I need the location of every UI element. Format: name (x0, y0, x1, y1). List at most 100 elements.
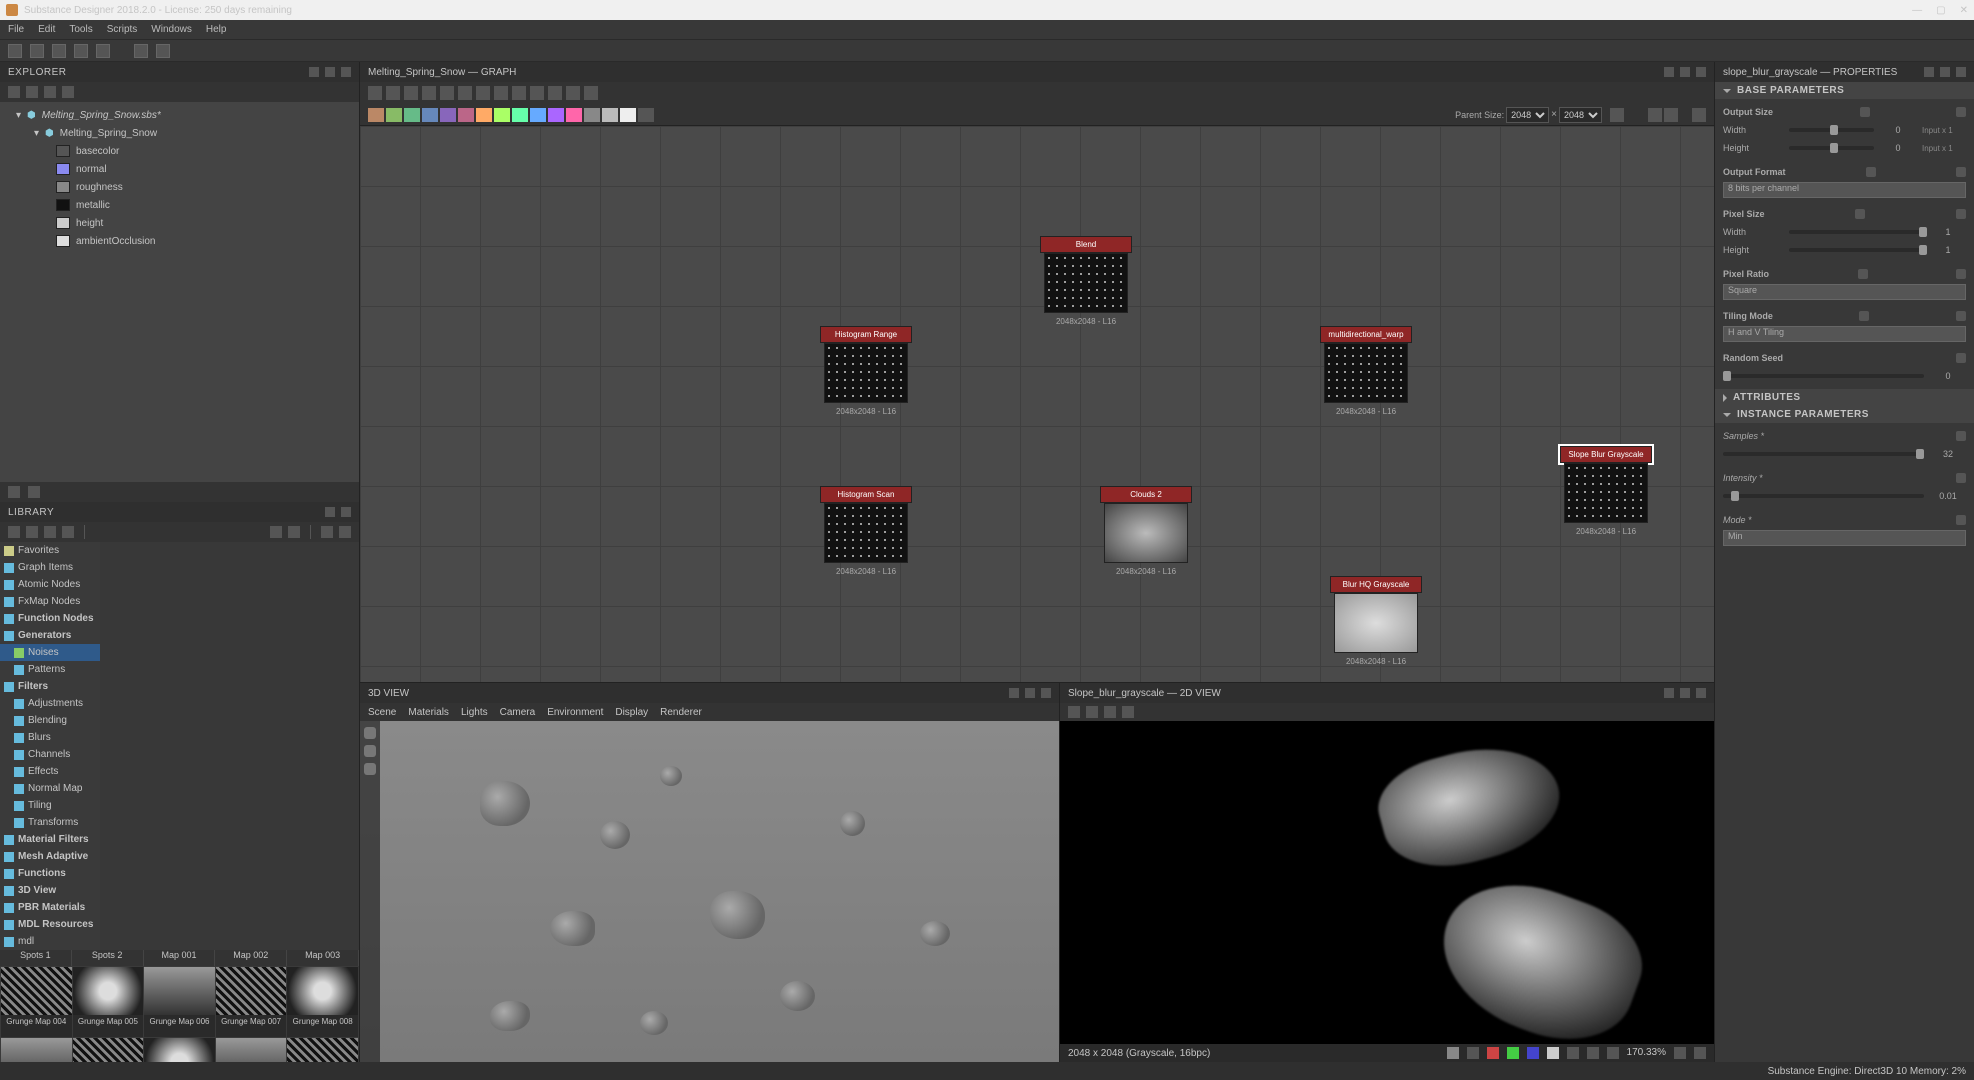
pin-icon[interactable] (309, 67, 319, 77)
random-seed-slider[interactable] (1723, 374, 1924, 378)
graph-node[interactable]: Histogram Range2048x2048 - L16 (820, 326, 912, 416)
graph-node[interactable]: Clouds 22048x2048 - L16 (1100, 486, 1192, 576)
pixel-width-slider[interactable] (1789, 230, 1924, 234)
red-icon[interactable] (1487, 1047, 1499, 1059)
node-graph[interactable]: Histogram Range2048x2048 - L16Histogram … (360, 126, 1714, 682)
open-icon[interactable] (30, 44, 44, 58)
graph-node[interactable]: multidirectional_warp2048x2048 - L16 (1320, 326, 1412, 416)
library-thumbnail[interactable]: Grunge Map 004 (1, 967, 72, 1037)
tool-icon[interactable] (364, 727, 376, 739)
3d-menu-environment[interactable]: Environment (547, 707, 603, 718)
menu-file[interactable]: File (8, 24, 24, 35)
info-icon[interactable] (1664, 108, 1678, 122)
dock-icon[interactable] (1025, 688, 1035, 698)
reset-icon[interactable] (1956, 167, 1966, 177)
link-icon[interactable] (8, 486, 20, 498)
blue-icon[interactable] (1527, 1047, 1539, 1059)
tool-icon[interactable] (364, 745, 376, 757)
library-tree-item[interactable]: 3D View (0, 882, 100, 899)
graph-node[interactable]: Blend2048x2048 - L16 (1040, 236, 1132, 326)
close-icon[interactable]: ✕ (1960, 5, 1968, 16)
close-panel-icon[interactable] (1956, 67, 1966, 77)
link-icon[interactable] (458, 86, 472, 100)
tree-output[interactable]: normal (0, 160, 359, 178)
2d-viewport[interactable] (1060, 721, 1714, 1044)
select-icon[interactable] (368, 86, 382, 100)
channel-icon[interactable] (1447, 1047, 1459, 1059)
close-panel-icon[interactable] (1041, 688, 1051, 698)
paste-icon[interactable] (1122, 706, 1134, 718)
reset-icon[interactable] (1956, 107, 1966, 117)
dock-icon[interactable] (325, 67, 335, 77)
pixel-height-slider[interactable] (1789, 248, 1924, 252)
new-icon[interactable] (8, 44, 22, 58)
palette-swatch[interactable] (494, 108, 510, 122)
dock-icon[interactable] (325, 507, 335, 517)
zoom-icon[interactable] (1674, 1047, 1686, 1059)
list-icon[interactable] (339, 526, 351, 538)
folder-icon[interactable] (44, 86, 56, 98)
library-tree-item[interactable]: Atomic Nodes (0, 576, 100, 593)
palette-swatch[interactable] (458, 108, 474, 122)
parent-width-select[interactable]: 2048 (1506, 107, 1549, 123)
redo-icon[interactable] (156, 44, 170, 58)
library-tree-item[interactable]: Blurs (0, 729, 100, 746)
comment-icon[interactable] (494, 86, 508, 100)
library-tree-item[interactable]: Effects (0, 763, 100, 780)
library-tree-item[interactable]: FxMap Nodes (0, 593, 100, 610)
graph-node[interactable]: Blur HQ Grayscale2048x2048 - L16 (1330, 576, 1422, 666)
3d-menu-scene[interactable]: Scene (368, 707, 396, 718)
link-icon[interactable] (1858, 269, 1868, 279)
save-icon[interactable] (52, 44, 66, 58)
timing-icon[interactable] (1692, 108, 1706, 122)
base-parameters-section[interactable]: BASE PARAMETERS (1715, 82, 1974, 99)
link-icon[interactable] (1859, 311, 1869, 321)
palette-swatch[interactable] (638, 108, 654, 122)
3d-menu-display[interactable]: Display (615, 707, 648, 718)
grid-icon[interactable] (1587, 1047, 1599, 1059)
3d-menu-materials[interactable]: Materials (408, 707, 449, 718)
dock-icon[interactable] (1940, 67, 1950, 77)
pin-icon[interactable] (1924, 67, 1934, 77)
library-tree-item[interactable]: Graph Items (0, 559, 100, 576)
mode-select[interactable]: Min (1723, 530, 1966, 546)
reset-icon[interactable] (1956, 431, 1966, 441)
library-thumbnail[interactable]: Grunge Map 011 (144, 1038, 215, 1062)
palette-swatch[interactable] (566, 108, 582, 122)
export-icon[interactable] (96, 44, 110, 58)
3d-viewport[interactable] (360, 721, 1059, 1062)
library-tree-item[interactable]: mdl (0, 933, 100, 950)
grid-icon[interactable] (321, 526, 333, 538)
link-icon[interactable] (1860, 107, 1870, 117)
tree-graph[interactable]: ▾⬢Melting_Spring_Snow (0, 124, 359, 142)
reset-icon[interactable] (1956, 311, 1966, 321)
tree-icon[interactable] (26, 526, 38, 538)
palette-swatch[interactable] (422, 108, 438, 122)
palette-swatch[interactable] (476, 108, 492, 122)
close-panel-icon[interactable] (341, 67, 351, 77)
tool-icon[interactable] (364, 763, 376, 775)
grid-icon[interactable] (1567, 1047, 1579, 1059)
saveall-icon[interactable] (74, 44, 88, 58)
close-panel-icon[interactable] (341, 507, 351, 517)
tree-file[interactable]: ▾⬢Melting_Spring_Snow.sbs* (0, 106, 359, 124)
library-tree-item[interactable]: Noises (0, 644, 100, 661)
menu-windows[interactable]: Windows (151, 24, 192, 35)
info-icon[interactable] (28, 486, 40, 498)
reset-icon[interactable] (1956, 269, 1966, 279)
library-thumbnail[interactable]: Grunge Map 010 (73, 1038, 144, 1062)
dock-icon[interactable] (1680, 67, 1690, 77)
tree-output[interactable]: roughness (0, 178, 359, 196)
library-tree-item[interactable]: Tiling (0, 797, 100, 814)
palette-swatch[interactable] (512, 108, 528, 122)
3d-menu-lights[interactable]: Lights (461, 707, 488, 718)
menu-tools[interactable]: Tools (69, 24, 92, 35)
close-panel-icon[interactable] (1696, 688, 1706, 698)
parent-height-select[interactable]: 2048 (1559, 107, 1602, 123)
pin-icon[interactable] (1664, 67, 1674, 77)
camera-icon[interactable] (422, 86, 436, 100)
paint-icon[interactable] (44, 526, 56, 538)
intensity-slider[interactable] (1723, 494, 1924, 498)
pin-icon[interactable] (512, 86, 526, 100)
pin-icon[interactable] (1664, 688, 1674, 698)
